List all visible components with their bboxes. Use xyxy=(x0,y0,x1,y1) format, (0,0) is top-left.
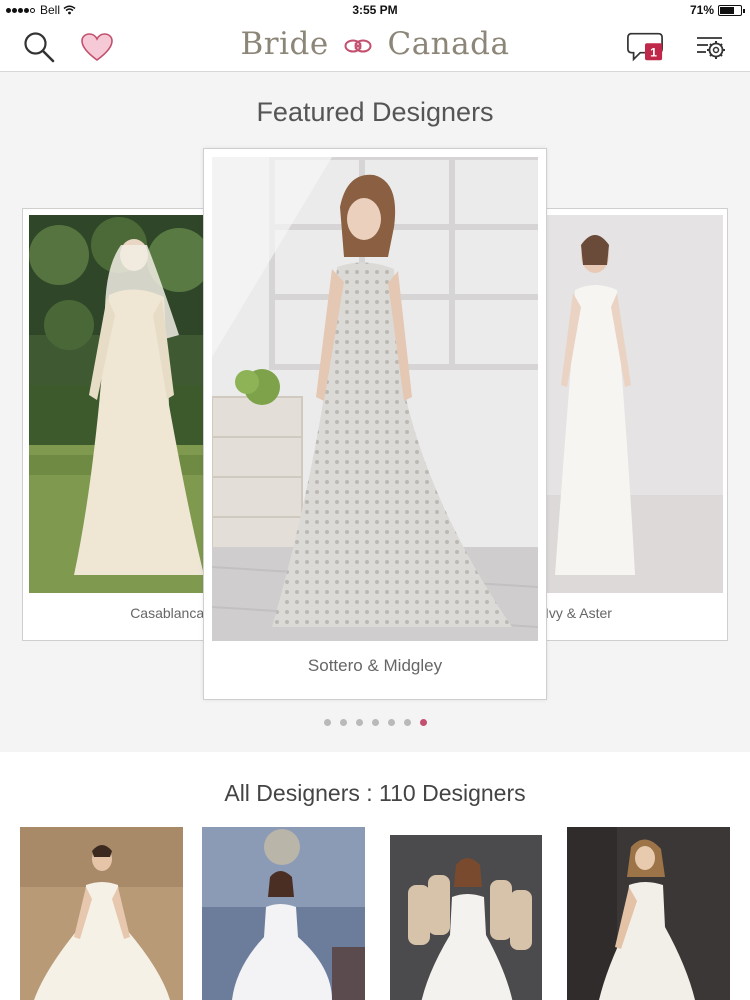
battery-percent: 71% xyxy=(689,3,714,17)
all-designers-section: All Designers : 110 Designers xyxy=(0,752,750,1000)
pager-dot[interactable] xyxy=(419,719,427,726)
all-designers-title: All Designers : 110 Designers xyxy=(224,780,526,806)
logo-text-right: Canada xyxy=(387,26,510,62)
battery-info: 71% xyxy=(689,3,745,17)
carousel-pager[interactable] xyxy=(0,719,750,726)
designer-name: Sottero & Midgley xyxy=(307,656,443,675)
status-bar: Bell 3:55 PM 71% xyxy=(0,0,750,22)
message-count-badge: 1 xyxy=(650,46,657,60)
pager-dot[interactable] xyxy=(355,719,363,726)
featured-title: Featured Designers xyxy=(256,97,494,127)
designer-thumbnail[interactable] xyxy=(567,827,730,1000)
pager-dot[interactable] xyxy=(387,719,395,726)
chat-icon: 1 xyxy=(627,32,663,62)
pager-dot[interactable] xyxy=(339,719,347,726)
app-header: Bride Canada 1 xyxy=(0,22,750,72)
designer-thumbnail[interactable] xyxy=(20,827,183,1000)
pager-dot[interactable] xyxy=(323,719,331,726)
settings-icon xyxy=(697,37,725,59)
designer-thumbnail[interactable] xyxy=(390,835,542,1000)
battery-icon xyxy=(718,4,745,16)
clock: 3:55 PM xyxy=(352,3,398,17)
logo-text-left: Bride xyxy=(240,26,329,62)
settings-button[interactable] xyxy=(692,28,730,66)
designer-photo xyxy=(212,157,538,641)
featured-designers-section: Featured Designers Casablanca Bridal Ivy… xyxy=(0,73,750,751)
rings-icon xyxy=(344,39,372,52)
designer-thumbnail[interactable] xyxy=(202,827,365,1000)
pager-dot[interactable] xyxy=(371,719,379,726)
pager-dot[interactable] xyxy=(403,719,411,726)
designer-card-sottero-midgley[interactable]: Sottero & Midgley xyxy=(203,148,547,700)
messages-button[interactable]: 1 xyxy=(626,28,664,66)
